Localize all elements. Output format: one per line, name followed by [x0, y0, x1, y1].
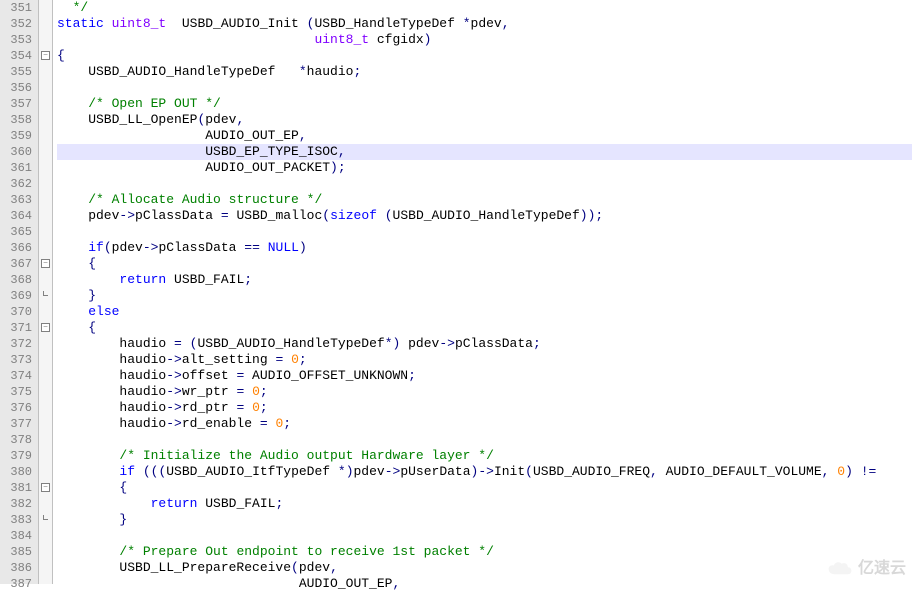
code-line[interactable]: AUDIO_OUT_EP,	[57, 128, 912, 144]
code-line[interactable]: USBD_LL_OpenEP(pdev,	[57, 112, 912, 128]
line-number: 354	[4, 48, 32, 64]
line-number: 360	[4, 144, 32, 160]
line-number: 361	[4, 160, 32, 176]
code-line[interactable]: haudio = (USBD_AUDIO_HandleTypeDef*) pde…	[57, 336, 912, 352]
code-line[interactable]: USBD_AUDIO_HandleTypeDef *haudio;	[57, 64, 912, 80]
line-number: 357	[4, 96, 32, 112]
line-number: 364	[4, 208, 32, 224]
code-line[interactable]: AUDIO_OUT_PACKET);	[57, 160, 912, 176]
code-line[interactable]	[57, 80, 912, 96]
code-line[interactable]: {	[57, 320, 912, 336]
line-number: 380	[4, 464, 32, 480]
code-area[interactable]: */static uint8_t USBD_AUDIO_Init (USBD_H…	[53, 0, 912, 584]
fold-end-icon	[43, 291, 48, 296]
code-line[interactable]: {	[57, 480, 912, 496]
code-line[interactable]: haudio->wr_ptr = 0;	[57, 384, 912, 400]
fold-collapse-icon[interactable]: −	[41, 259, 50, 268]
line-number: 374	[4, 368, 32, 384]
code-line[interactable]: {	[57, 256, 912, 272]
code-line[interactable]: else	[57, 304, 912, 320]
code-line[interactable]	[57, 432, 912, 448]
code-line[interactable]: return USBD_FAIL;	[57, 272, 912, 288]
code-line[interactable]: haudio->alt_setting = 0;	[57, 352, 912, 368]
line-number: 371	[4, 320, 32, 336]
fold-collapse-icon[interactable]: −	[41, 483, 50, 492]
code-line[interactable]: haudio->rd_enable = 0;	[57, 416, 912, 432]
line-number: 362	[4, 176, 32, 192]
watermark-text: 亿速云	[858, 561, 906, 577]
code-line[interactable]: USBD_EP_TYPE_ISOC,	[57, 144, 912, 160]
code-line[interactable]: pdev->pClassData = USBD_malloc(sizeof (U…	[57, 208, 912, 224]
code-line[interactable]: }	[57, 512, 912, 528]
line-number: 379	[4, 448, 32, 464]
code-line[interactable]: if(pdev->pClassData == NULL)	[57, 240, 912, 256]
code-line[interactable]: haudio->rd_ptr = 0;	[57, 400, 912, 416]
code-line[interactable]	[57, 224, 912, 240]
line-number: 367	[4, 256, 32, 272]
line-number: 366	[4, 240, 32, 256]
code-line[interactable]: return USBD_FAIL;	[57, 496, 912, 512]
code-line[interactable]: */	[57, 0, 912, 16]
line-number: 352	[4, 16, 32, 32]
watermark: 亿速云	[826, 560, 906, 578]
line-number: 370	[4, 304, 32, 320]
line-number: 383	[4, 512, 32, 528]
fold-end-icon	[43, 515, 48, 520]
line-number: 373	[4, 352, 32, 368]
code-line[interactable]: }	[57, 288, 912, 304]
code-line[interactable]	[57, 528, 912, 544]
code-line[interactable]	[57, 176, 912, 192]
line-number: 378	[4, 432, 32, 448]
line-number: 387	[4, 576, 32, 592]
line-number: 384	[4, 528, 32, 544]
line-number: 351	[4, 0, 32, 16]
fold-column[interactable]: − − − −	[39, 0, 53, 584]
line-number: 376	[4, 400, 32, 416]
code-editor: 3513523533543553563573583593603613623633…	[0, 0, 912, 584]
code-line[interactable]: /* Open EP OUT */	[57, 96, 912, 112]
line-number: 358	[4, 112, 32, 128]
line-number: 365	[4, 224, 32, 240]
line-number: 381	[4, 480, 32, 496]
line-number: 353	[4, 32, 32, 48]
line-number: 363	[4, 192, 32, 208]
code-line[interactable]: uint8_t cfgidx)	[57, 32, 912, 48]
code-line[interactable]: haudio->offset = AUDIO_OFFSET_UNKNOWN;	[57, 368, 912, 384]
line-number: 369	[4, 288, 32, 304]
code-line[interactable]: {	[57, 48, 912, 64]
code-line[interactable]: static uint8_t USBD_AUDIO_Init (USBD_Han…	[57, 16, 912, 32]
line-number: 372	[4, 336, 32, 352]
code-line[interactable]: if (((USBD_AUDIO_ItfTypeDef *)pdev->pUse…	[57, 464, 912, 480]
code-line[interactable]: AUDIO_OUT_EP,	[57, 576, 912, 592]
line-number-gutter: 3513523533543553563573583593603613623633…	[0, 0, 39, 584]
fold-collapse-icon[interactable]: −	[41, 323, 50, 332]
code-line[interactable]: /* Initialize the Audio output Hardware …	[57, 448, 912, 464]
line-number: 382	[4, 496, 32, 512]
line-number: 356	[4, 80, 32, 96]
line-number: 368	[4, 272, 32, 288]
code-line[interactable]: /* Allocate Audio structure */	[57, 192, 912, 208]
line-number: 375	[4, 384, 32, 400]
line-number: 377	[4, 416, 32, 432]
code-line[interactable]: USBD_LL_PrepareReceive(pdev,	[57, 560, 912, 576]
line-number: 386	[4, 560, 32, 576]
line-number: 355	[4, 64, 32, 80]
code-line[interactable]: /* Prepare Out endpoint to receive 1st p…	[57, 544, 912, 560]
cloud-icon	[826, 560, 854, 578]
fold-collapse-icon[interactable]: −	[41, 51, 50, 60]
line-number: 359	[4, 128, 32, 144]
line-number: 385	[4, 544, 32, 560]
